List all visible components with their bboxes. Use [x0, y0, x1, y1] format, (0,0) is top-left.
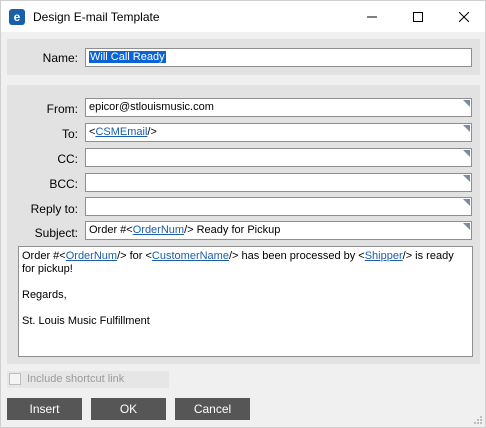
- email-body-editor[interactable]: Order #<OrderNum/> for <CustomerName/> h…: [18, 246, 473, 357]
- name-input[interactable]: Will Call Ready: [85, 48, 472, 67]
- name-value: Will Call Ready: [89, 51, 166, 63]
- body-line-1: Order #<OrderNum/> for <CustomerName/> h…: [22, 250, 469, 276]
- subject-suffix: /> Ready for Pickup: [184, 224, 281, 236]
- field-corner-icon: [463, 175, 470, 182]
- include-shortcut-row: Include shortcut link: [7, 371, 169, 388]
- from-field[interactable]: epicor@stlouismusic.com: [85, 98, 472, 117]
- name-label: Name:: [42, 51, 78, 65]
- body-line-2: Regards,: [22, 289, 67, 301]
- insert-button[interactable]: Insert: [7, 398, 82, 420]
- field-corner-icon: [463, 199, 470, 206]
- subject-tag-ordernum[interactable]: OrderNum: [133, 224, 184, 236]
- body-text: /> has been processed by <: [228, 250, 365, 262]
- title-bar: e Design E-mail Template: [0, 0, 486, 32]
- field-corner-icon: [463, 125, 470, 132]
- from-value: epicor@stlouismusic.com: [89, 101, 214, 113]
- ok-button[interactable]: OK: [91, 398, 166, 420]
- to-suffix: />: [147, 126, 157, 138]
- bcc-field[interactable]: [85, 173, 472, 192]
- close-button[interactable]: [441, 1, 486, 33]
- field-corner-icon: [463, 223, 470, 230]
- cc-label: CC:: [57, 152, 78, 166]
- field-corner-icon: [463, 150, 470, 157]
- to-tag[interactable]: CSMEmail: [95, 126, 147, 138]
- body-line-3: St. Louis Music Fulfillment: [22, 315, 150, 327]
- maximize-icon: [413, 12, 423, 22]
- to-field[interactable]: <CSMEmail/>: [85, 123, 472, 142]
- body-tag-customername[interactable]: CustomerName: [152, 250, 229, 262]
- from-label: From:: [46, 102, 78, 116]
- cc-field[interactable]: [85, 148, 472, 167]
- body-tag-shipper[interactable]: Shipper: [365, 250, 403, 262]
- subject-prefix: Order #<: [89, 224, 133, 236]
- minimize-icon: [367, 16, 377, 18]
- subject-field[interactable]: Order #<OrderNum/> Ready for Pickup: [85, 221, 472, 240]
- cancel-button[interactable]: Cancel: [175, 398, 250, 420]
- resize-grip-icon[interactable]: [473, 415, 483, 425]
- to-label: To:: [61, 127, 78, 141]
- body-tag-ordernum[interactable]: OrderNum: [66, 250, 117, 262]
- reply-to-field[interactable]: [85, 197, 472, 216]
- maximize-button[interactable]: [395, 1, 441, 33]
- include-shortcut-checkbox[interactable]: [9, 373, 21, 385]
- subject-label: Subject:: [34, 226, 78, 240]
- reply-to-label: Reply to:: [30, 202, 78, 216]
- include-shortcut-label: Include shortcut link: [27, 373, 125, 385]
- window-title: Design E-mail Template: [33, 10, 160, 24]
- close-icon: [459, 12, 469, 22]
- body-text: /> for <: [117, 250, 152, 262]
- epicor-app-icon: e: [9, 9, 25, 25]
- field-corner-icon: [463, 100, 470, 107]
- bcc-label: BCC:: [49, 177, 78, 191]
- body-text: Order #<: [22, 250, 66, 262]
- minimize-button[interactable]: [349, 1, 395, 33]
